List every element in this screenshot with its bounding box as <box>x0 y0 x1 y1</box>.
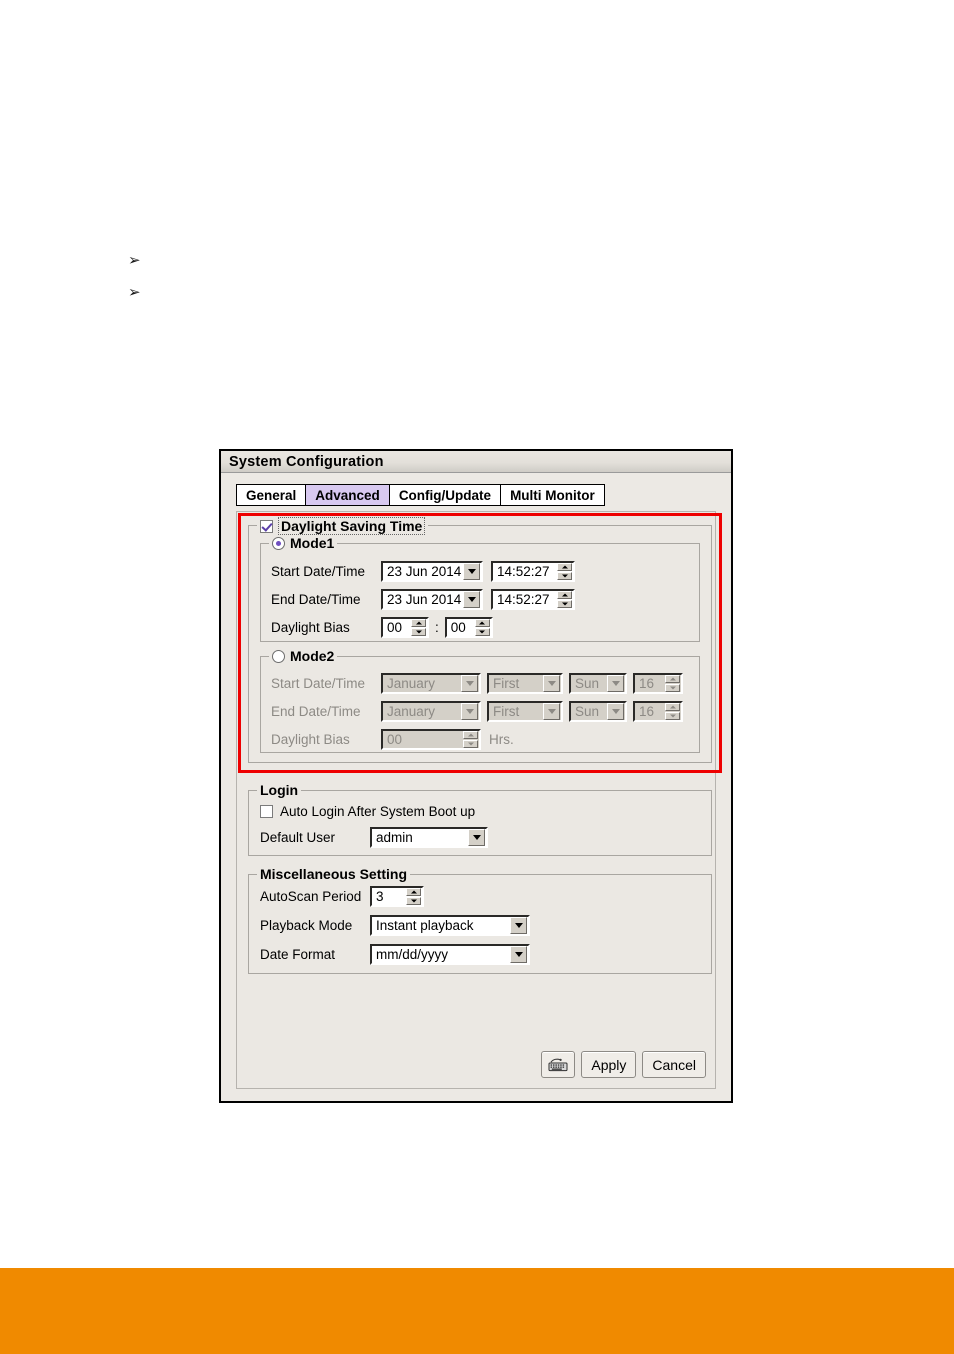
tab-advanced[interactable]: Advanced <box>305 484 389 506</box>
daylight-saving-time-group: Daylight Saving Time Mode1 Start Date/Ti… <box>248 517 712 763</box>
mode2-end-hour-spinner[interactable]: 16 <box>633 701 683 722</box>
mode2-start-week-combo[interactable]: First <box>487 673 563 694</box>
keyboard-icon <box>548 1058 568 1071</box>
mode1-end-row: End Date/Time 23 Jun 2014 14:52:27 <box>271 589 575 610</box>
mode1-start-time-spinner[interactable]: 14:52:27 <box>491 561 575 582</box>
apply-button[interactable]: Apply <box>581 1051 637 1078</box>
mode2-bias-label: Daylight Bias <box>271 732 350 747</box>
mode2-start-hour-spinner[interactable]: 16 <box>633 673 683 694</box>
dialog-footer: Apply Cancel <box>541 1051 706 1078</box>
dialog-titlebar: System Configuration <box>221 451 731 473</box>
mode1-bias-label: Daylight Bias <box>271 620 350 635</box>
page-footer-band <box>0 1268 954 1354</box>
dialog-title: System Configuration <box>229 453 384 470</box>
date-format-combo[interactable]: mm/dd/yyyy <box>370 944 530 965</box>
arrow-bullet-icon: ➢ <box>128 283 141 301</box>
date-format-row: Date Format mm/dd/yyyy <box>260 944 530 965</box>
mode2-start-month-combo[interactable]: January <box>381 673 481 694</box>
chevron-down-icon[interactable] <box>510 946 527 963</box>
tab-bar: General Advanced Config/Update Multi Mon… <box>236 482 731 506</box>
playback-mode-label: Playback Mode <box>260 918 353 933</box>
mode2-group: Mode2 Start Date/Time January First Sun <box>260 648 700 753</box>
mode2-end-month-combo[interactable]: January <box>381 701 481 722</box>
mode1-end-time-spinner[interactable]: 14:52:27 <box>491 589 575 610</box>
mode1-start-label: Start Date/Time <box>271 564 366 579</box>
chevron-down-icon[interactable] <box>543 675 560 692</box>
virtual-keyboard-button[interactable] <box>541 1051 576 1078</box>
daylight-saving-time-legend: Daylight Saving Time <box>257 517 429 535</box>
mode1-start-row: Start Date/Time 23 Jun 2014 14:52:27 <box>271 561 575 582</box>
mode2-bias-spinner[interactable]: 00 <box>381 729 481 750</box>
mode1-radio[interactable] <box>272 536 285 550</box>
mode1-bias-hours-spinner[interactable]: 00 <box>381 617 429 638</box>
mode2-end-day-combo[interactable]: Sun <box>569 701 627 722</box>
mode1-legend: Mode1 <box>269 535 338 551</box>
mode2-bias-row: Daylight Bias 00 Hrs. <box>271 729 514 750</box>
autoscan-period-spinner[interactable]: 3 <box>370 886 424 907</box>
mode2-start-row: Start Date/Time January First Sun 16 <box>271 673 683 694</box>
spinner-arrows-icon[interactable] <box>463 731 478 748</box>
chevron-down-icon[interactable] <box>463 563 480 580</box>
arrow-bullet-icon: ➢ <box>128 251 141 269</box>
mode1-end-date-combo[interactable]: 23 Jun 2014 <box>381 589 483 610</box>
mode2-end-label: End Date/Time <box>271 704 361 719</box>
spinner-arrows-icon[interactable] <box>474 619 490 636</box>
playback-mode-row: Playback Mode Instant playback <box>260 915 530 936</box>
tab-general[interactable]: General <box>236 484 306 506</box>
mode1-group: Mode1 Start Date/Time 23 Jun 2014 14:52:… <box>260 535 700 642</box>
auto-login-label: Auto Login After System Boot up <box>280 804 476 819</box>
tab-config-update[interactable]: Config/Update <box>388 484 501 506</box>
chevron-down-icon[interactable] <box>468 829 485 846</box>
tab-multi-monitor[interactable]: Multi Monitor <box>500 484 605 506</box>
mode2-start-label: Start Date/Time <box>271 676 366 691</box>
autoscan-period-row: AutoScan Period 3 <box>260 886 424 907</box>
mode1-bias-row: Daylight Bias 00 : 00 <box>271 617 493 638</box>
list-item: ➢ <box>128 244 428 276</box>
chevron-down-icon[interactable] <box>607 675 624 692</box>
spinner-arrows-icon[interactable] <box>411 619 426 636</box>
spinner-arrows-icon[interactable] <box>557 563 572 580</box>
spinner-arrows-icon[interactable] <box>665 675 680 692</box>
playback-mode-combo[interactable]: Instant playback <box>370 915 530 936</box>
mode1-bias-minutes-spinner[interactable]: 00 <box>444 617 493 638</box>
default-user-combo[interactable]: admin <box>370 827 488 848</box>
miscellaneous-setting-legend: Miscellaneous Setting <box>257 866 411 882</box>
default-user-row: Default User admin <box>260 827 488 848</box>
mode2-end-row: End Date/Time January First Sun 16 <box>271 701 683 722</box>
bias-separator: : <box>435 620 439 635</box>
chevron-down-icon[interactable] <box>543 703 560 720</box>
chevron-down-icon[interactable] <box>461 675 478 692</box>
mode1-end-label: End Date/Time <box>271 592 361 607</box>
login-legend: Login <box>257 782 302 798</box>
advanced-tab-panel: Daylight Saving Time Mode1 Start Date/Ti… <box>236 511 722 1089</box>
chevron-down-icon[interactable] <box>461 703 478 720</box>
chevron-down-icon[interactable] <box>463 591 480 608</box>
spinner-arrows-icon[interactable] <box>557 591 572 608</box>
mode2-radio[interactable] <box>272 649 285 663</box>
mode1-start-date-combo[interactable]: 23 Jun 2014 <box>381 561 483 582</box>
list-item: ➢ <box>128 276 428 308</box>
chevron-down-icon[interactable] <box>607 703 624 720</box>
autoscan-period-label: AutoScan Period <box>260 889 362 904</box>
mode2-legend: Mode2 <box>269 648 338 664</box>
chevron-down-icon[interactable] <box>510 917 527 934</box>
mode2-start-day-combo[interactable]: Sun <box>569 673 627 694</box>
date-format-label: Date Format <box>260 947 336 962</box>
system-configuration-dialog: System Configuration General Advanced Co… <box>219 449 733 1103</box>
cancel-button[interactable]: Cancel <box>642 1051 706 1078</box>
login-group: Login Auto Login After System Boot up De… <box>248 782 712 856</box>
miscellaneous-setting-group: Miscellaneous Setting AutoScan Period 3 … <box>248 866 712 974</box>
mode2-bias-unit: Hrs. <box>489 732 514 747</box>
auto-login-checkbox[interactable] <box>260 805 273 818</box>
auto-login-row[interactable]: Auto Login After System Boot up <box>260 801 475 822</box>
spinner-arrows-icon[interactable] <box>665 703 680 720</box>
default-user-label: Default User <box>260 830 336 845</box>
spinner-arrows-icon[interactable] <box>406 888 421 905</box>
mode2-end-week-combo[interactable]: First <box>487 701 563 722</box>
daylight-saving-time-checkbox[interactable] <box>260 519 273 533</box>
bullet-list: ➢ ➢ <box>128 244 428 308</box>
